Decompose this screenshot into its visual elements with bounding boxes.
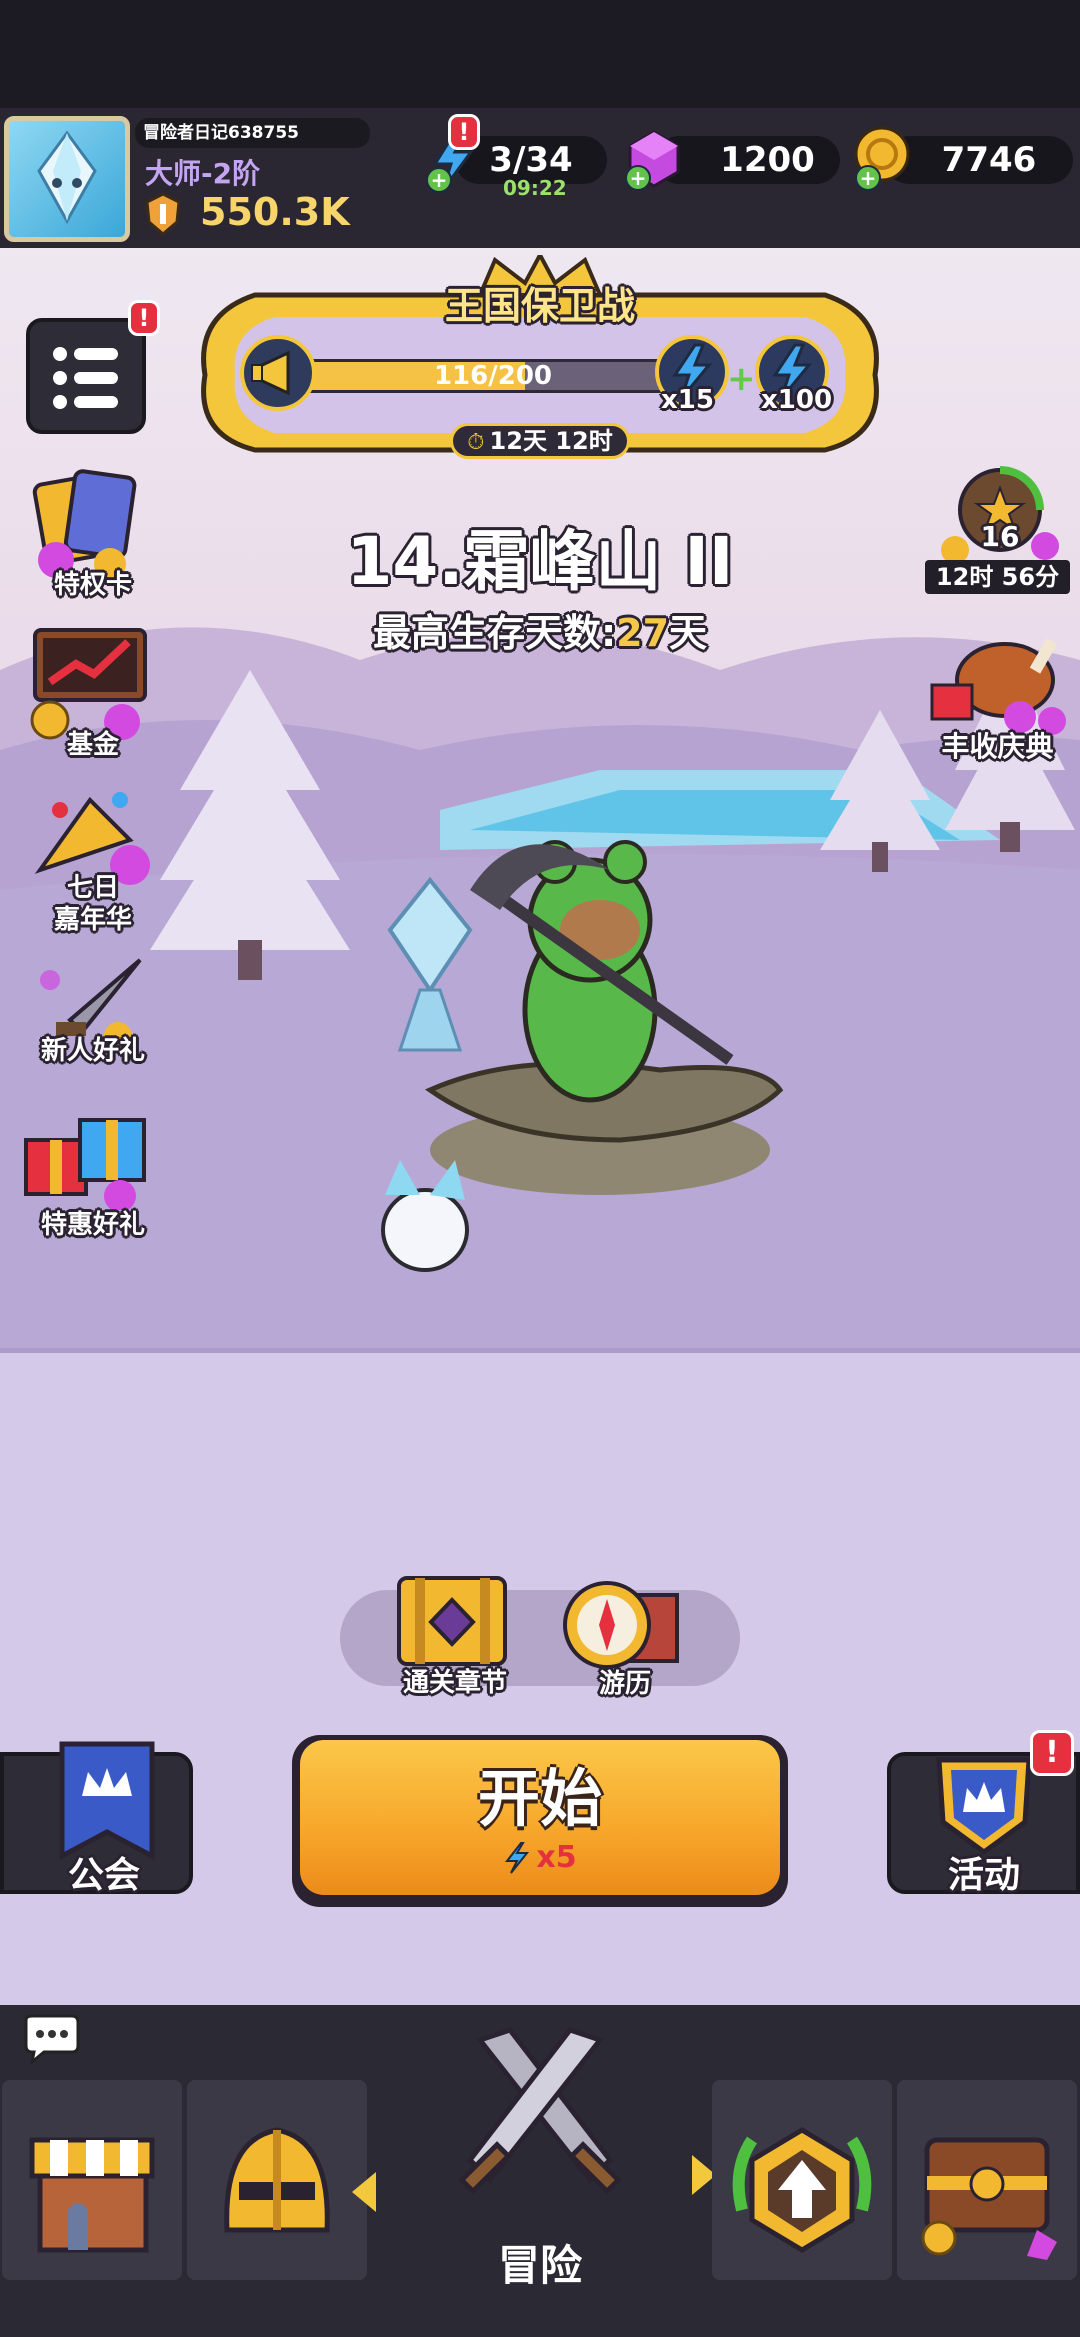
chat-bubble-icon	[24, 2014, 80, 2066]
start-label: 开始	[477, 1762, 602, 1835]
level-reward-level: 16	[980, 520, 1020, 553]
activity-label: 活动	[947, 1855, 1020, 1896]
start-button[interactable]: 开始 x5	[300, 1740, 780, 1895]
level-reward-timer: 12时 56分	[925, 560, 1070, 594]
gold-add-button[interactable]: +	[850, 124, 914, 192]
nav-adventure-label: 冒险	[497, 2241, 582, 2290]
roast-turkey-icon	[930, 638, 1066, 735]
special-gift-icon	[24, 1118, 146, 1212]
treasure-chest-icon	[921, 2137, 1057, 2260]
kingdom-defense-banner[interactable]: 王国保卫战 116/200 + x15 x100 ⏱ 12天 12时	[195, 255, 885, 459]
guild-label: 公会	[67, 1855, 140, 1896]
chapters-button[interactable]: 通关章节	[385, 1570, 525, 1705]
harvest-festival-button[interactable]: 丰收庆典	[920, 625, 1075, 775]
newbie-gift-button[interactable]: 新人好礼	[10, 950, 160, 1080]
crystal-hero-icon	[37, 130, 97, 225]
player-name: 冒险者日记638755	[143, 123, 299, 143]
crossed-swords-icon	[458, 2027, 622, 2195]
reward-count-1: x15	[661, 385, 714, 415]
combat-power-icon	[143, 192, 183, 236]
nav-equipment[interactable]	[187, 2080, 367, 2280]
menu-alert-badge: !	[128, 300, 160, 336]
travel-button[interactable]: 游历	[555, 1575, 695, 1705]
stage-record-label: 最高生存天数:	[372, 611, 617, 655]
travel-label: 游历	[598, 1669, 651, 1699]
privilege-card-button[interactable]: 特权卡	[10, 460, 160, 610]
banner-title: 王国保卫战	[444, 284, 635, 328]
reward-count-2: x100	[761, 385, 833, 415]
gold-coin-icon: +	[854, 126, 910, 191]
seven-day-carnival-button[interactable]: 七日 嘉年华	[10, 780, 160, 950]
plus-icon: +	[727, 359, 756, 399]
gem-add-button[interactable]: +	[622, 126, 686, 192]
combat-power-value: 550.3K	[200, 190, 350, 234]
chapters-label: 通关章节	[402, 1668, 507, 1698]
fund-button[interactable]: 基金	[10, 620, 160, 770]
svg-text:+: +	[630, 166, 647, 190]
shop-icon	[29, 2137, 155, 2253]
list-menu-icon	[53, 347, 118, 409]
nav-shop[interactable]	[2, 2080, 182, 2280]
star-badge-icon	[941, 466, 1059, 564]
horn-icon	[240, 335, 316, 411]
lightning-small-icon	[503, 1841, 531, 1875]
privilege-card-icon	[32, 469, 137, 580]
guild-button[interactable]: 公会	[0, 1741, 193, 1896]
helmet-icon	[224, 2127, 330, 2233]
treasure-gate-icon	[397, 1576, 507, 1666]
purple-gem-icon: +	[625, 130, 680, 191]
special-gift-label: 特惠好礼	[40, 1210, 145, 1240]
compass-map-icon	[563, 1581, 679, 1669]
newbie-gift-label: 新人好礼	[40, 1036, 145, 1066]
nav-adventure[interactable]: 冒险	[390, 2010, 690, 2300]
privilege-card-label: 特权卡	[53, 570, 132, 600]
level-reward-button[interactable]: 16 12时 56分	[925, 460, 1075, 600]
seven-day-carnival-label: 七日 嘉年华	[53, 873, 132, 935]
svg-text:+: +	[860, 166, 877, 190]
energy-timer: 09:22	[503, 176, 567, 200]
stopwatch-icon: ⏱	[467, 430, 485, 455]
banner-timer-text: 12天 12时	[489, 427, 613, 455]
stage-record: 最高生存天数:27天	[0, 602, 1080, 657]
start-cost: x5	[300, 1840, 780, 1875]
nav-upgrade[interactable]	[712, 2080, 892, 2280]
nav-left-arrow-icon[interactable]	[352, 2172, 376, 2212]
banner-progress-text: 116/200	[433, 361, 553, 391]
special-gift-button[interactable]: 特惠好礼	[10, 1100, 160, 1250]
upgrade-arrow-icon	[732, 2127, 872, 2253]
fund-icon	[30, 628, 147, 740]
player-rank: 大师-2阶	[145, 157, 261, 190]
main-menu-button[interactable]	[26, 318, 146, 434]
nav-treasure[interactable]	[897, 2080, 1077, 2280]
stage-record-unit: 天	[669, 611, 708, 655]
chat-button[interactable]	[20, 2012, 82, 2066]
activity-alert-badge: !	[1030, 1730, 1074, 1776]
start-cost-text: x5	[536, 1840, 577, 1875]
banner-timer: ⏱ 12天 12时	[450, 423, 630, 459]
fund-label: 基金	[66, 730, 119, 760]
svg-text:+: +	[431, 168, 448, 192]
player-name-plate: 冒险者日记638755	[135, 118, 370, 148]
energy-alert-badge: !	[448, 114, 480, 150]
harvest-festival-label: 丰收庆典	[941, 730, 1054, 763]
stage-record-value: 27	[616, 611, 670, 655]
player-avatar[interactable]	[4, 116, 130, 242]
